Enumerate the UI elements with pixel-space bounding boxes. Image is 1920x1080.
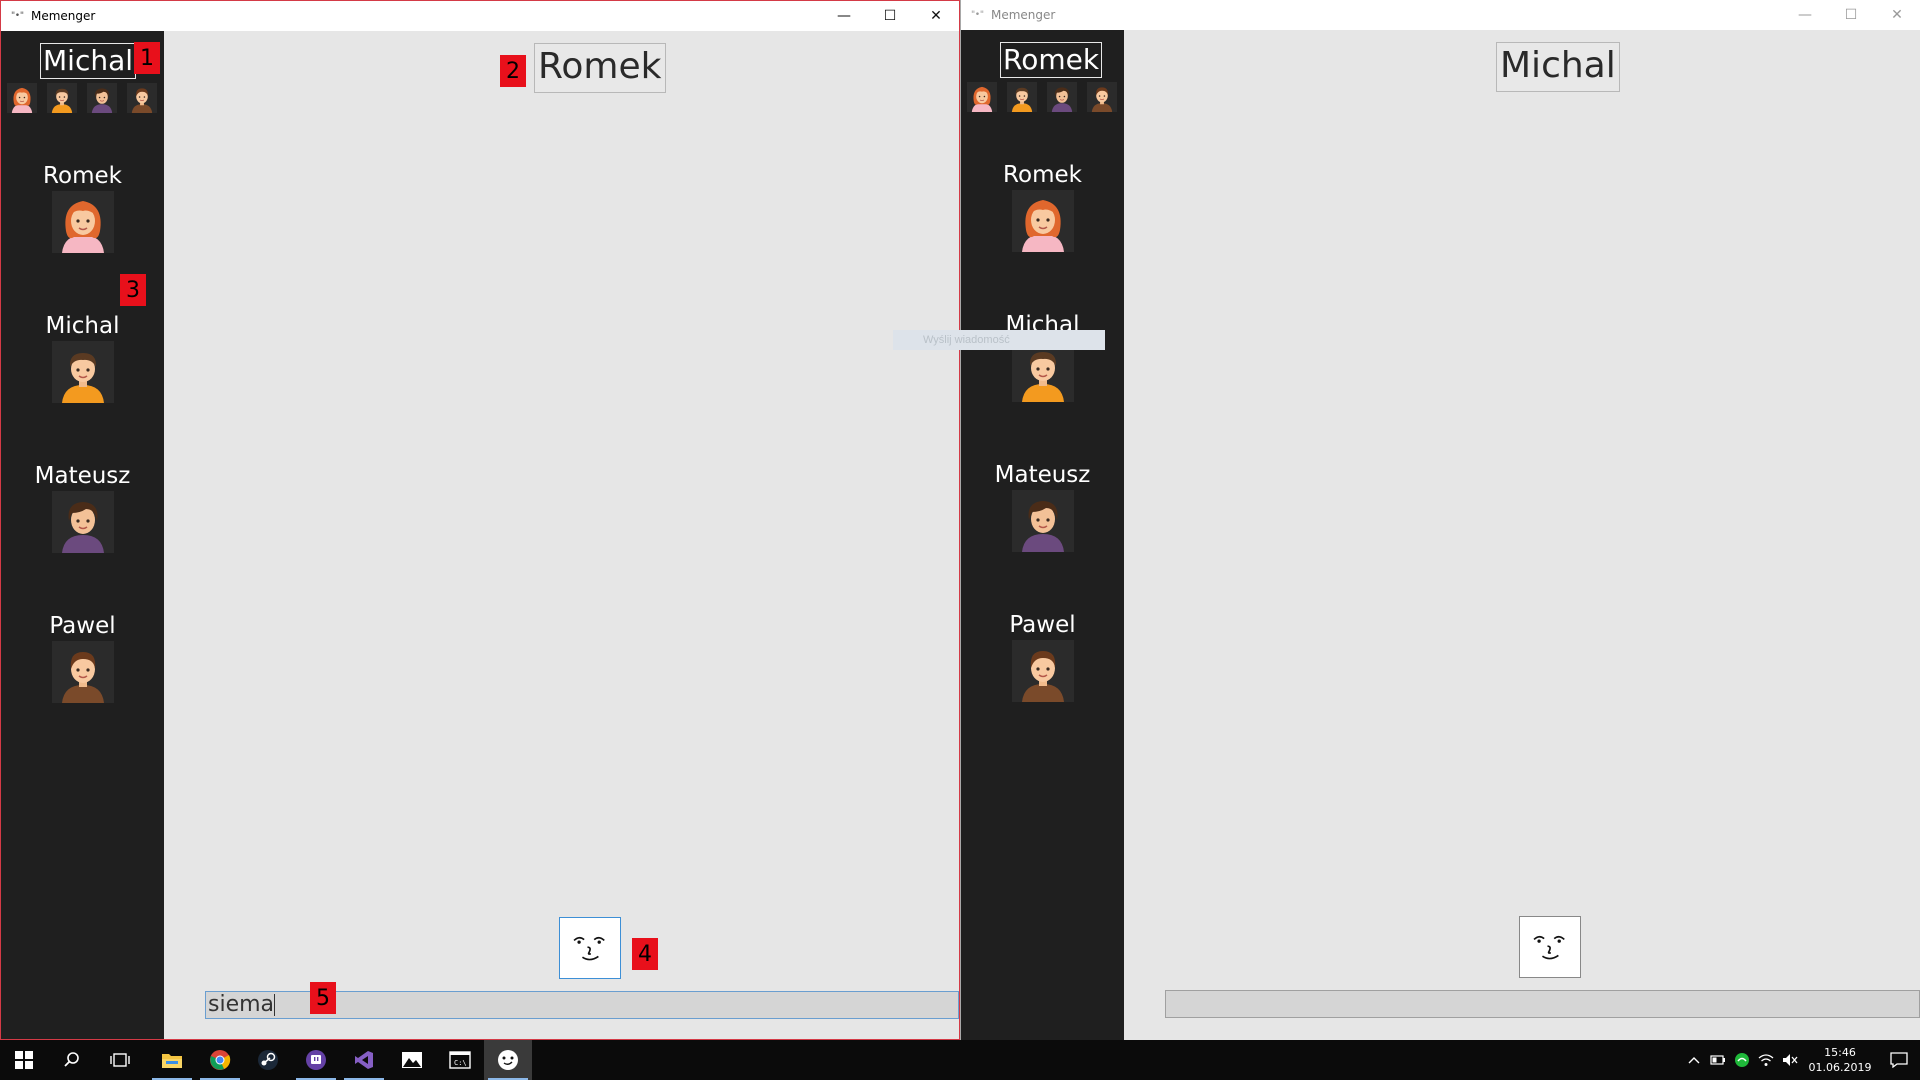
- lenny-face-icon: [1524, 921, 1576, 973]
- volume-muted-icon[interactable]: [1778, 1040, 1802, 1080]
- chrome-icon[interactable]: [196, 1040, 244, 1080]
- annotation-badge-1: 1: [134, 42, 160, 74]
- lenny-face-button[interactable]: [1519, 916, 1581, 978]
- contact-item-pawel[interactable]: Pawel: [961, 610, 1124, 702]
- avatar-option-romek[interactable]: [7, 83, 37, 113]
- contact-name: Pawel: [1009, 612, 1076, 638]
- status-green-icon[interactable]: [1730, 1040, 1754, 1080]
- send-tooltip: Wyślij wiadomość: [893, 330, 1105, 350]
- lenny-face-icon: [564, 922, 616, 974]
- window-title: Memenger: [991, 8, 1056, 22]
- contacts-sidebar: Michal Romek Michal Mateusz Pawel: [1, 31, 164, 1039]
- avatar-option-michal[interactable]: [1007, 82, 1037, 112]
- close-button[interactable]: ✕: [913, 1, 959, 31]
- contact-item-pawel[interactable]: Pawel: [1, 611, 164, 703]
- annotation-badge-5: 5: [310, 982, 336, 1014]
- contacts-sidebar: Romek Romek Michal Mateusz Pawel: [961, 30, 1124, 1040]
- lenny-face-button[interactable]: [559, 917, 621, 979]
- visual-studio-icon[interactable]: [340, 1040, 388, 1080]
- task-view-icon[interactable]: [96, 1040, 144, 1080]
- contact-name: Pawel: [49, 613, 116, 639]
- avatar-picker: [967, 82, 1117, 112]
- message-input-text: siema: [208, 992, 275, 1017]
- steam-icon[interactable]: [244, 1040, 292, 1080]
- avatar-option-pawel[interactable]: [127, 83, 157, 113]
- contact-item-romek[interactable]: Romek: [961, 160, 1124, 252]
- avatar-option-mateusz[interactable]: [87, 83, 117, 113]
- avatar-option-romek[interactable]: [967, 82, 997, 112]
- battery-icon[interactable]: [1706, 1040, 1730, 1080]
- console-icon[interactable]: C:\: [436, 1040, 484, 1080]
- windows-taskbar: C:\ 15:46 01.06.2019: [0, 1040, 1920, 1080]
- annotation-badge-4: 4: [632, 938, 658, 970]
- contact-item-michal[interactable]: Michal: [1, 311, 164, 403]
- search-icon[interactable]: [48, 1040, 96, 1080]
- chat-partner-name: Michal: [1496, 42, 1620, 92]
- contact-item-romek[interactable]: Romek: [1, 161, 164, 253]
- app-icon: "•": [970, 10, 984, 20]
- notification-icon[interactable]: [1878, 1040, 1920, 1080]
- avatar: [1012, 190, 1074, 252]
- clock-time: 15:46: [1824, 1046, 1856, 1059]
- maximize-button[interactable]: ☐: [867, 1, 913, 31]
- avatar: [52, 641, 114, 703]
- system-clock[interactable]: 15:46 01.06.2019: [1802, 1045, 1878, 1075]
- memenger-icon[interactable]: [484, 1040, 532, 1080]
- svg-text:C:\: C:\: [454, 1059, 467, 1067]
- avatar: [52, 491, 114, 553]
- contact-name: Romek: [43, 163, 122, 189]
- annotation-badge-2: 2: [500, 55, 526, 87]
- memenger-window-left: "•" Memenger — ☐ ✕ Michal Romek Michal M…: [0, 0, 960, 1040]
- contact-name: Michal: [45, 313, 120, 339]
- contact-item-michal[interactable]: Michal: [961, 310, 1124, 402]
- contact-name: Mateusz: [34, 463, 131, 489]
- avatar: [1012, 640, 1074, 702]
- message-input[interactable]: [1165, 990, 1920, 1018]
- avatar-option-michal[interactable]: [47, 83, 77, 113]
- current-user-name[interactable]: Michal: [40, 43, 137, 79]
- close-button[interactable]: ✕: [1874, 0, 1920, 30]
- avatar: [52, 341, 114, 403]
- title-bar[interactable]: "•" Memenger — ☐ ✕: [961, 0, 1920, 30]
- photos-icon[interactable]: [388, 1040, 436, 1080]
- current-user-name[interactable]: Romek: [1000, 42, 1103, 78]
- maximize-button[interactable]: ☐: [1828, 0, 1874, 30]
- minimize-button[interactable]: —: [821, 1, 867, 31]
- text-caret: [274, 994, 276, 1016]
- contact-item-mateusz[interactable]: Mateusz: [961, 460, 1124, 552]
- minimize-button[interactable]: —: [1782, 0, 1828, 30]
- chevron-up-icon[interactable]: [1682, 1040, 1706, 1080]
- chat-partner-name: Romek: [534, 43, 666, 93]
- avatar-picker: [7, 83, 157, 113]
- contact-item-mateusz[interactable]: Mateusz: [1, 461, 164, 553]
- annotation-badge-3: 3: [120, 274, 146, 306]
- contact-name: Romek: [1003, 162, 1082, 188]
- file-explorer-icon[interactable]: [148, 1040, 196, 1080]
- clock-date: 01.06.2019: [1808, 1061, 1872, 1074]
- twitch-icon[interactable]: [292, 1040, 340, 1080]
- avatar-option-pawel[interactable]: [1087, 82, 1117, 112]
- title-bar[interactable]: "•" Memenger — ☐ ✕: [1, 1, 959, 31]
- app-icon: "•": [10, 11, 24, 21]
- memenger-window-right: "•" Memenger — ☐ ✕ Romek Romek Michal Ma…: [960, 0, 1920, 1040]
- avatar: [52, 191, 114, 253]
- avatar: [1012, 490, 1074, 552]
- system-tray: 15:46 01.06.2019: [1682, 1040, 1920, 1080]
- window-title: Memenger: [31, 9, 96, 23]
- wifi-icon[interactable]: [1754, 1040, 1778, 1080]
- avatar-option-mateusz[interactable]: [1047, 82, 1077, 112]
- windows-start-icon[interactable]: [0, 1040, 48, 1080]
- contact-name: Mateusz: [994, 462, 1091, 488]
